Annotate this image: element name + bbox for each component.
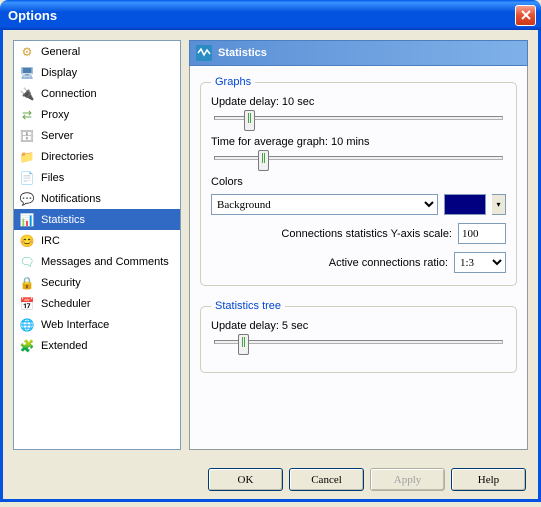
sidebar-item-display[interactable]: 🖥 Display	[14, 62, 180, 83]
sidebar-item-files[interactable]: 📄 Files	[14, 167, 180, 188]
sidebar-item-label: Proxy	[41, 109, 69, 121]
security-icon: 🔒	[19, 275, 35, 291]
sidebar-item-connection[interactable]: 🔌 Connection	[14, 83, 180, 104]
graphs-group: Graphs Update delay: 10 sec Time for ave…	[200, 76, 517, 286]
sidebar-item-server[interactable]: 🗄 Server	[14, 125, 180, 146]
sidebar-item-label: Notifications	[41, 193, 101, 205]
sidebar-item-messages-and-comments[interactable]: 🗨 Messages and Comments	[14, 251, 180, 272]
notifications-icon: 💬	[19, 191, 35, 207]
extended-icon: 🧩	[19, 338, 35, 354]
button-bar: OK Cancel Apply Help	[0, 460, 541, 502]
ratio-select[interactable]: 1:3	[454, 252, 506, 273]
sidebar-item-statistics[interactable]: 📊 Statistics	[14, 209, 180, 230]
window-title: Options	[5, 8, 515, 23]
general-icon: ⚙	[19, 44, 35, 60]
sidebar-item-scheduler[interactable]: 📅 Scheduler	[14, 293, 180, 314]
title-bar: Options	[0, 0, 541, 30]
scheduler-icon: 📅	[19, 296, 35, 312]
yaxis-input[interactable]	[458, 223, 506, 244]
color-dropdown-button[interactable]: ▾	[492, 194, 506, 215]
cancel-button[interactable]: Cancel	[289, 468, 364, 491]
tree-update-delay-slider[interactable]	[214, 340, 503, 344]
panel-title: Statistics	[218, 47, 267, 59]
sidebar-item-label: Connection	[41, 88, 97, 100]
directories-icon: 📁	[19, 149, 35, 165]
yaxis-label: Connections statistics Y-axis scale:	[281, 228, 452, 240]
ok-button[interactable]: OK	[208, 468, 283, 491]
avg-time-label: Time for average graph: 10 mins	[211, 136, 506, 148]
close-button[interactable]	[515, 5, 536, 26]
sidebar-item-general[interactable]: ⚙ General	[14, 41, 180, 62]
color-swatch[interactable]	[444, 194, 486, 215]
sidebar-item-web-interface[interactable]: 🌐 Web Interface	[14, 314, 180, 335]
color-target-select[interactable]: Background	[211, 194, 438, 215]
sidebar-item-label: Statistics	[41, 214, 85, 226]
statistics-icon: 📊	[19, 212, 35, 228]
panel-content: Graphs Update delay: 10 sec Time for ave…	[189, 66, 528, 450]
sidebar-item-label: General	[41, 46, 80, 58]
close-icon	[521, 10, 531, 20]
slider-thumb[interactable]	[244, 110, 255, 131]
sidebar-item-label: Server	[41, 130, 73, 142]
sidebar-item-label: Messages and Comments	[41, 256, 169, 268]
tree-update-delay-label: Update delay: 5 sec	[211, 320, 506, 332]
yaxis-row: Connections statistics Y-axis scale:	[211, 223, 506, 244]
sidebar-item-proxy[interactable]: ⇄ Proxy	[14, 104, 180, 125]
proxy-icon: ⇄	[19, 107, 35, 123]
slider-thumb[interactable]	[238, 334, 249, 355]
update-delay-slider[interactable]	[214, 116, 503, 120]
apply-button: Apply	[370, 468, 445, 491]
stats-tree-group: Statistics tree Update delay: 5 sec	[200, 300, 517, 373]
messages-and-comments-icon: 🗨	[19, 254, 35, 270]
category-sidebar: ⚙ General 🖥 Display 🔌 Connection ⇄ Proxy 🗄 Server…	[13, 40, 181, 450]
graphs-legend: Graphs	[211, 76, 255, 88]
sidebar-item-label: Scheduler	[41, 298, 91, 310]
sidebar-item-label: IRC	[41, 235, 60, 247]
connection-icon: 🔌	[19, 86, 35, 102]
display-icon: 🖥	[19, 65, 35, 81]
update-delay-label: Update delay: 10 sec	[211, 96, 506, 108]
web-interface-icon: 🌐	[19, 317, 35, 333]
server-icon: 🗄	[19, 128, 35, 144]
main-panel: Statistics Graphs Update delay: 10 sec T…	[189, 40, 528, 450]
colors-row: Background ▾	[211, 194, 506, 215]
files-icon: 📄	[19, 170, 35, 186]
stats-tree-legend: Statistics tree	[211, 300, 285, 312]
sidebar-item-label: Directories	[41, 151, 94, 163]
sidebar-item-notifications[interactable]: 💬 Notifications	[14, 188, 180, 209]
sidebar-item-label: Extended	[41, 340, 87, 352]
sidebar-item-label: Web Interface	[41, 319, 109, 331]
ratio-label: Active connections ratio:	[329, 257, 448, 269]
help-button[interactable]: Help	[451, 468, 526, 491]
avg-time-slider[interactable]	[214, 156, 503, 160]
ratio-row: Active connections ratio: 1:3	[211, 252, 506, 273]
slider-thumb[interactable]	[258, 150, 269, 171]
sidebar-item-irc[interactable]: 😊 IRC	[14, 230, 180, 251]
sidebar-item-extended[interactable]: 🧩 Extended	[14, 335, 180, 356]
panel-header: Statistics	[189, 40, 528, 66]
sidebar-item-label: Display	[41, 67, 77, 79]
colors-label: Colors	[211, 176, 506, 188]
sidebar-item-directories[interactable]: 📁 Directories	[14, 146, 180, 167]
sidebar-item-security[interactable]: 🔒 Security	[14, 272, 180, 293]
statistics-icon	[196, 45, 212, 61]
sidebar-item-label: Files	[41, 172, 64, 184]
dialog-body: ⚙ General 🖥 Display 🔌 Connection ⇄ Proxy 🗄 Server…	[0, 30, 541, 460]
irc-icon: 😊	[19, 233, 35, 249]
sidebar-item-label: Security	[41, 277, 81, 289]
